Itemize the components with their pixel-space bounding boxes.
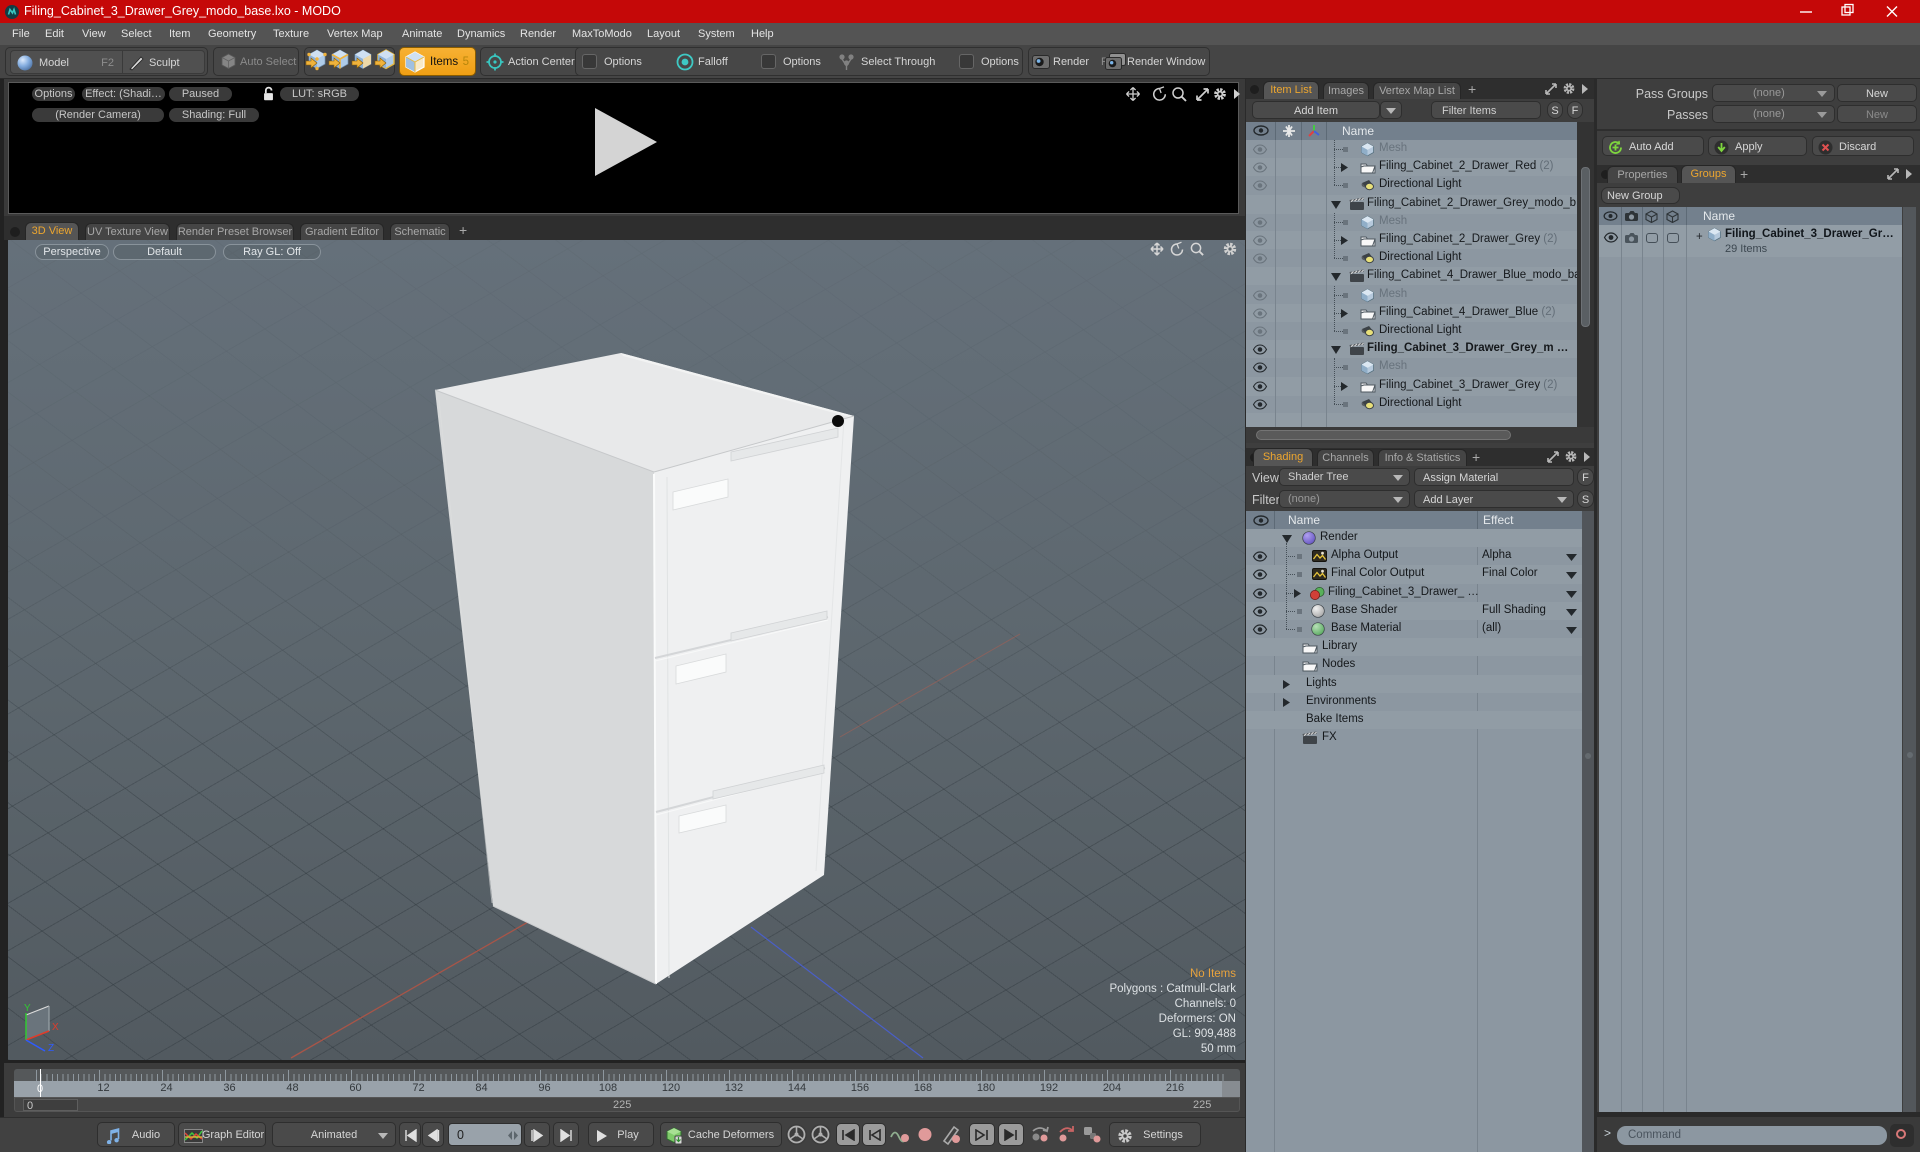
svg-text:X: X — [52, 1022, 59, 1033]
svg-text:No Items: No Items — [1190, 968, 1236, 980]
svg-text:Polygons : Catmull-Clark: Polygons : Catmull-Clark — [1109, 983, 1236, 995]
svg-text:GL: 909,488: GL: 909,488 — [1173, 1028, 1236, 1040]
svg-text:Y: Y — [24, 1003, 31, 1014]
svg-text:Channels: 0: Channels: 0 — [1175, 998, 1236, 1010]
svg-text:Deformers: ON: Deformers: ON — [1159, 1013, 1236, 1025]
svg-text:Z: Z — [48, 1043, 54, 1054]
svg-text:50 mm: 50 mm — [1201, 1043, 1236, 1055]
